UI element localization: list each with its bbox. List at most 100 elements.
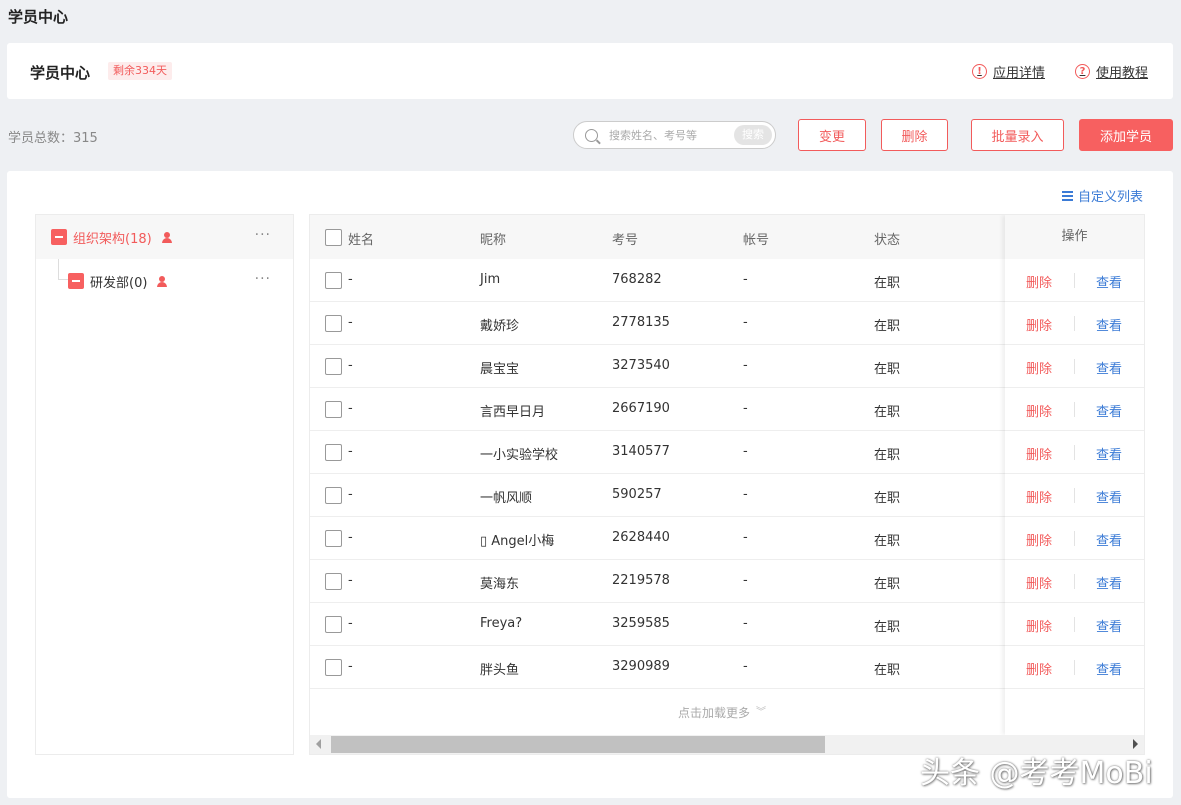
load-more-button[interactable]: 点击加载更多 ︾	[678, 704, 766, 721]
col-account: 帐号	[743, 233, 770, 248]
watermark: 头条 @考考MoBi	[920, 756, 1153, 791]
cell-name: -	[348, 401, 353, 416]
custom-list-button[interactable]: 自定义列表	[1062, 186, 1143, 205]
cell-exam-no: 2628440	[612, 530, 670, 545]
cell-account: -	[743, 401, 748, 416]
row-delete-link[interactable]: 删除	[1026, 401, 1052, 420]
cell-status: 在职	[874, 663, 901, 678]
row-view-link[interactable]: 查看	[1096, 573, 1122, 592]
cell-name: -	[348, 530, 353, 545]
cell-nickname: 晨宝宝	[480, 362, 520, 377]
add-student-button[interactable]: 添加学员	[1079, 119, 1173, 151]
tutorial-link[interactable]: ? 使用教程	[1075, 62, 1148, 81]
cell-status: 在职	[874, 362, 901, 377]
row-delete-link[interactable]: 删除	[1026, 487, 1052, 506]
action-divider	[1074, 617, 1075, 632]
load-more-label: 点击加载更多	[678, 706, 751, 720]
cell-name: -	[348, 444, 353, 459]
more-options-icon[interactable]: ···	[255, 227, 271, 243]
row-checkbox[interactable]	[325, 616, 342, 633]
question-circle-icon: ?	[1075, 64, 1090, 79]
cell-nickname: 一帆风顺	[480, 491, 533, 506]
header-title: 学员中心	[30, 64, 91, 82]
row-view-link[interactable]: 查看	[1096, 487, 1122, 506]
row-view-link[interactable]: 查看	[1096, 659, 1122, 678]
cell-name: -	[348, 358, 353, 373]
row-checkbox[interactable]	[325, 315, 342, 332]
row-delete-link[interactable]: 删除	[1026, 530, 1052, 549]
row-view-link[interactable]: 查看	[1096, 616, 1122, 635]
cell-nickname: 言西早日月	[480, 405, 546, 420]
header-card: 学员中心 剩余334天 ! 应用详情 ? 使用教程	[7, 43, 1173, 99]
row-checkbox[interactable]	[325, 401, 342, 418]
row-view-link[interactable]: 查看	[1096, 530, 1122, 549]
cell-status: 在职	[874, 319, 901, 334]
select-all-checkbox[interactable]	[325, 229, 342, 246]
row-delete-link[interactable]: 删除	[1026, 616, 1052, 635]
action-row: 删除 查看	[1005, 431, 1144, 474]
person-icon	[161, 231, 172, 243]
tree-node-label: 组织架构(18)	[73, 231, 152, 247]
scroll-left-icon[interactable]	[316, 739, 321, 749]
cell-name: -	[348, 272, 353, 287]
action-divider	[1074, 488, 1075, 503]
cell-nickname: 一小实验学校	[480, 448, 559, 463]
cell-exam-no: 2778135	[612, 315, 670, 330]
row-checkbox[interactable]	[325, 573, 342, 590]
double-chevron-down-icon: ︾	[756, 706, 767, 718]
col-exam-no: 考号	[612, 233, 639, 248]
row-checkbox[interactable]	[325, 659, 342, 676]
col-nickname: 昵称	[480, 233, 507, 248]
cell-exam-no: 3273540	[612, 358, 670, 373]
batch-import-button[interactable]: 批量录入	[971, 119, 1064, 151]
cell-status: 在职	[874, 491, 901, 506]
row-delete-link[interactable]: 删除	[1026, 573, 1052, 592]
row-delete-link[interactable]: 删除	[1026, 315, 1052, 334]
app-details-link[interactable]: ! 应用详情	[972, 62, 1045, 81]
delete-button[interactable]: 删除	[881, 119, 948, 151]
row-checkbox[interactable]	[325, 530, 342, 547]
action-divider	[1074, 273, 1075, 288]
cell-nickname: 胖头鱼	[480, 663, 520, 678]
change-button[interactable]: 变更	[798, 119, 866, 151]
cell-account: -	[743, 530, 748, 545]
row-delete-link[interactable]: 删除	[1026, 358, 1052, 377]
row-checkbox[interactable]	[325, 487, 342, 504]
row-view-link[interactable]: 查看	[1096, 272, 1122, 291]
row-checkbox[interactable]	[325, 444, 342, 461]
row-checkbox[interactable]	[325, 358, 342, 375]
search-input[interactable]	[609, 128, 727, 142]
cell-exam-no: 3290989	[612, 659, 670, 674]
collapse-icon[interactable]	[51, 229, 67, 245]
action-row: 删除 查看	[1005, 345, 1144, 388]
scrollbar-thumb[interactable]	[331, 736, 825, 753]
row-view-link[interactable]: 查看	[1096, 401, 1122, 420]
more-options-icon[interactable]: ···	[255, 271, 271, 287]
cell-nickname: 戴娇珍	[480, 319, 520, 334]
row-view-link[interactable]: 查看	[1096, 315, 1122, 334]
cell-status: 在职	[874, 534, 901, 549]
action-divider	[1074, 359, 1075, 374]
action-divider	[1074, 660, 1075, 675]
cell-name: -	[348, 315, 353, 330]
cell-exam-no: 3259585	[612, 616, 670, 631]
cell-status: 在职	[874, 577, 901, 592]
collapse-icon[interactable]	[68, 273, 84, 289]
tree-node-root[interactable]: 组织架构(18) ···	[36, 215, 293, 259]
tree-node-rd[interactable]: 研发部(0) ···	[36, 259, 293, 303]
row-view-link[interactable]: 查看	[1096, 444, 1122, 463]
row-delete-link[interactable]: 删除	[1026, 444, 1052, 463]
search-button[interactable]: 搜索	[734, 125, 772, 145]
cell-status: 在职	[874, 405, 901, 420]
row-checkbox[interactable]	[325, 272, 342, 289]
row-delete-link[interactable]: 删除	[1026, 272, 1052, 291]
row-delete-link[interactable]: 删除	[1026, 659, 1052, 678]
remaining-days-badge: 剩余334天	[108, 62, 172, 80]
col-actions: 操作	[1005, 215, 1144, 259]
cell-account: -	[743, 616, 748, 631]
row-view-link[interactable]: 查看	[1096, 358, 1122, 377]
exclamation-circle-icon: !	[972, 64, 987, 79]
cell-nickname: Jim	[480, 272, 501, 287]
action-divider	[1074, 445, 1075, 460]
action-row: 删除 查看	[1005, 646, 1144, 689]
